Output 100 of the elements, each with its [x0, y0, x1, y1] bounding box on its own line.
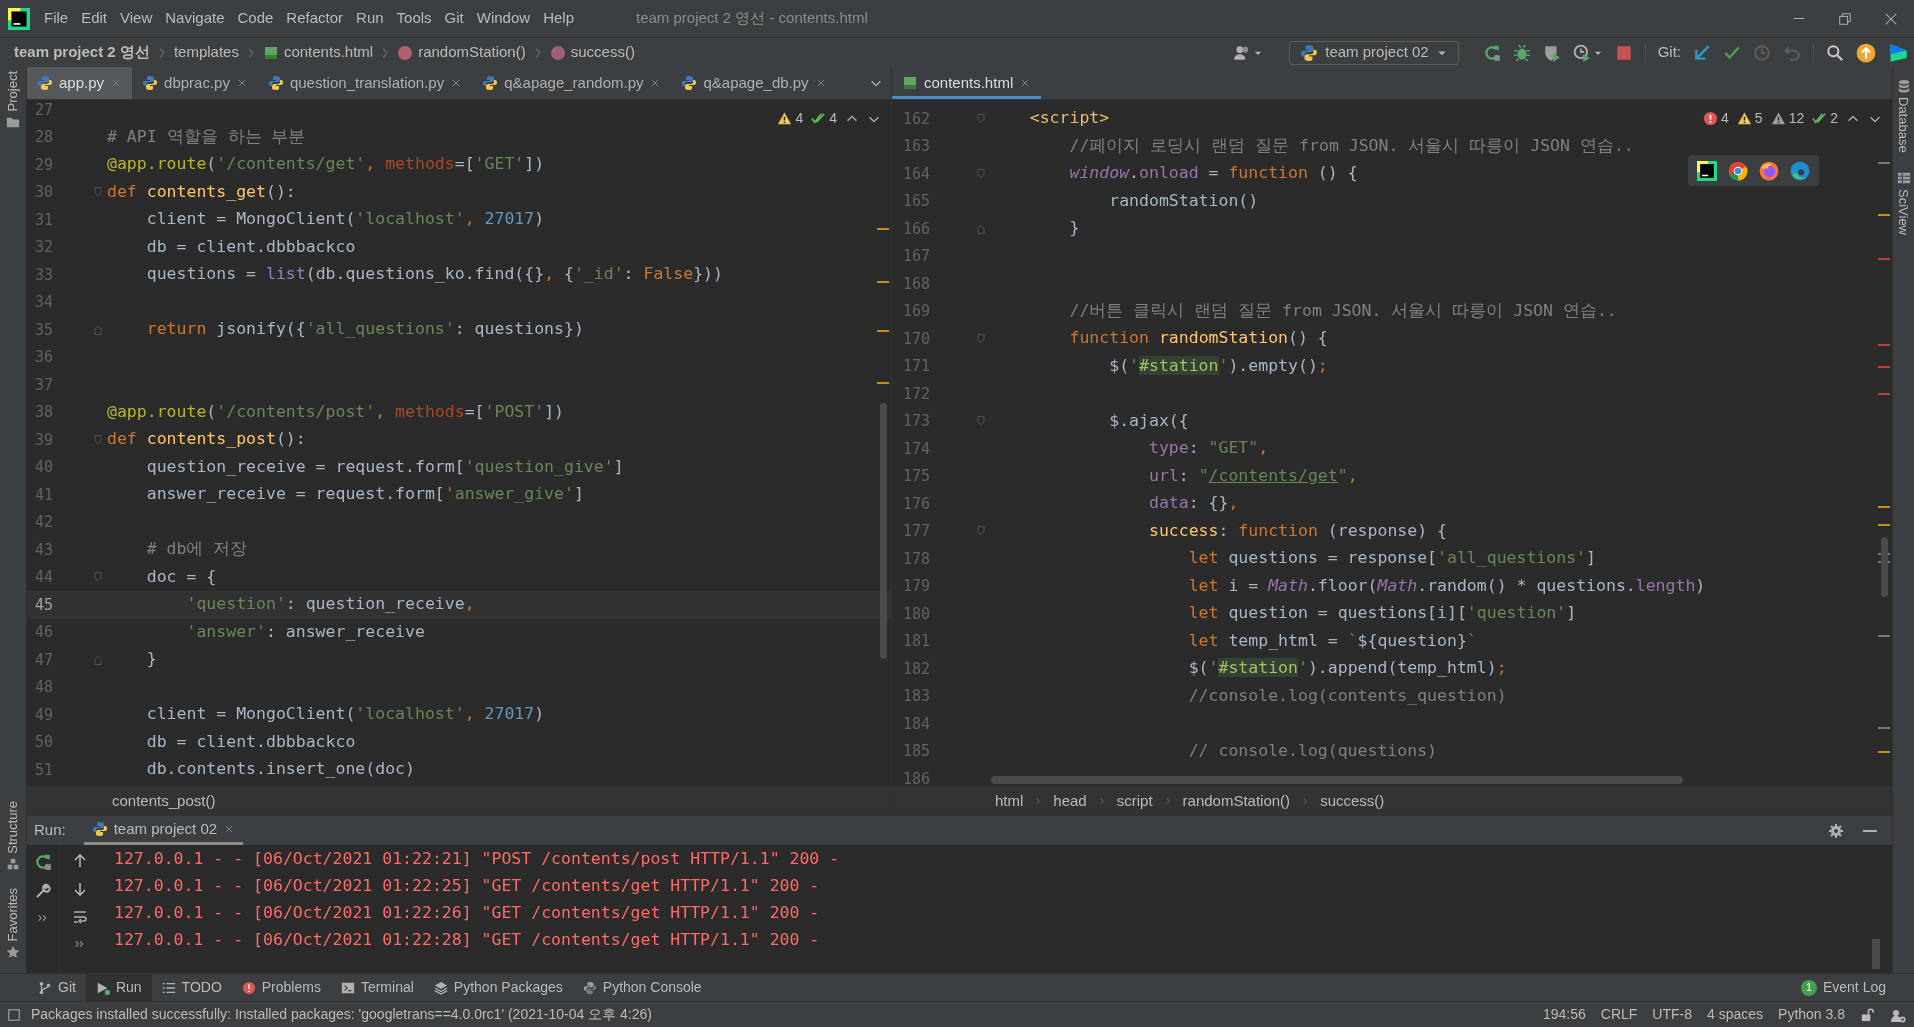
menu-item[interactable]: Tools [396, 7, 432, 30]
breadcrumb-item[interactable]: randomStation() [418, 41, 526, 64]
toolbox-icon[interactable] [1888, 42, 1908, 63]
rerun-icon[interactable] [1482, 43, 1501, 62]
history-icon[interactable] [1753, 43, 1771, 62]
marker-line[interactable] [1878, 751, 1890, 753]
tool-window-tab[interactable]: Python Packages [423, 974, 573, 1001]
marker-line[interactable] [1878, 162, 1890, 164]
settings-icon[interactable] [1828, 822, 1844, 839]
scrollbar-thumb[interactable] [880, 403, 887, 659]
fold-icon[interactable] [975, 167, 987, 180]
fold-icon[interactable] [92, 653, 104, 666]
breadcrumb-item[interactable]: script [1116, 789, 1153, 813]
fold-icon[interactable] [92, 571, 104, 584]
line-number: 49 [33, 704, 53, 726]
git-update-icon[interactable] [1693, 43, 1711, 62]
firefox-icon[interactable] [1758, 160, 1779, 181]
line-number: 39 [33, 429, 53, 451]
app-logo-icon[interactable] [1697, 160, 1718, 181]
breadcrumb-item[interactable]: html [995, 789, 1024, 813]
editor-tab[interactable]: app.py [27, 67, 133, 99]
wrench-icon[interactable] [35, 883, 51, 899]
breadcrumb-item[interactable]: success() [1320, 789, 1385, 813]
fold-icon[interactable] [975, 112, 987, 125]
fold-icon[interactable] [92, 186, 104, 199]
status-item[interactable]: 4 spaces [1707, 1004, 1764, 1025]
fold-icon[interactable] [92, 323, 104, 336]
chrome-icon[interactable] [1728, 160, 1749, 181]
marker-line[interactable] [877, 382, 889, 384]
marker-line[interactable] [1878, 635, 1890, 637]
tool-window-tab[interactable]: Project [3, 71, 23, 112]
arrow-up-icon[interactable] [72, 853, 88, 869]
marker-line[interactable] [877, 281, 889, 283]
menu-item[interactable]: Navigate [165, 7, 225, 30]
status-item[interactable]: UTF-8 [1652, 1004, 1692, 1025]
soft-wrap-icon[interactable] [72, 909, 88, 925]
menu-item[interactable]: Git [444, 7, 464, 30]
fold-icon[interactable] [92, 433, 104, 446]
marker-line[interactable] [1878, 366, 1890, 368]
menu-item[interactable]: File [44, 7, 69, 30]
run-config-dropdown[interactable]: team project 02 [1289, 40, 1459, 65]
line-number: 182 [901, 658, 930, 680]
menu-item[interactable]: Refactor [286, 7, 344, 30]
line-number: 41 [33, 484, 53, 506]
update-icon[interactable] [1856, 42, 1876, 63]
bug-icon[interactable] [1512, 43, 1531, 62]
tool-window-tab[interactable]: Database [1893, 97, 1914, 153]
scrollbar-thumb[interactable] [1881, 537, 1888, 597]
lock-icon[interactable] [1860, 1007, 1875, 1022]
tool-window-tab[interactable]: TODO [151, 974, 232, 1001]
menu-item[interactable]: Code [237, 7, 274, 30]
arrow-down-icon[interactable] [72, 881, 88, 897]
tool-window-tab[interactable]: Structure [3, 800, 23, 854]
edge-icon[interactable] [1789, 160, 1810, 181]
horizontal-scrollbar[interactable] [991, 776, 1683, 784]
menu-item[interactable]: Help [543, 7, 574, 30]
breadcrumb-item[interactable]: head [1053, 789, 1087, 813]
status-item[interactable]: 194:56 [1542, 1004, 1586, 1025]
tool-window-tab[interactable]: Favorites [3, 887, 23, 941]
marker-line[interactable] [1878, 344, 1890, 346]
breadcrumb-item[interactable]: randomStation() [1182, 789, 1291, 813]
marker-line[interactable] [877, 330, 889, 332]
profiler-icon[interactable] [1572, 43, 1591, 62]
marker-line[interactable] [1878, 258, 1890, 260]
breadcrumb-item[interactable]: team project 2 영선 [14, 41, 150, 64]
minimize-icon[interactable] [1862, 829, 1878, 832]
menu-item[interactable]: View [120, 7, 153, 30]
fold-icon[interactable] [975, 525, 987, 538]
marker-line[interactable] [877, 228, 889, 230]
tool-window-tab[interactable]: Python Console [572, 974, 712, 1001]
status-item[interactable]: Python 3.8 [1778, 1004, 1845, 1025]
tool-window-tab[interactable]: Run [85, 974, 152, 1001]
marker-line[interactable] [1878, 727, 1890, 729]
rerun-icon[interactable] [34, 853, 52, 871]
marker-line[interactable] [1878, 524, 1890, 526]
event-log-link[interactable]: Event Log [1822, 977, 1886, 998]
menu-item[interactable]: Window [476, 7, 531, 30]
breadcrumb-item[interactable]: success() [570, 41, 635, 64]
tool-window-tab[interactable]: Terminal [330, 974, 424, 1001]
fold-icon[interactable] [975, 415, 987, 428]
tool-window-tab[interactable]: Problems [231, 974, 331, 1001]
breadcrumb-item[interactable]: contents_post() [112, 789, 216, 813]
tool-window-tab[interactable]: Git [28, 974, 86, 1001]
menu-item[interactable]: Edit [81, 7, 108, 30]
menu-item[interactable]: Run [356, 7, 384, 30]
breadcrumb-item[interactable]: templates [173, 41, 239, 64]
search-icon[interactable] [1826, 43, 1844, 62]
marker-line[interactable] [1878, 506, 1890, 508]
revert-icon[interactable] [1783, 43, 1801, 62]
breadcrumb-item[interactable]: contents.html [283, 41, 374, 64]
marker-line[interactable] [1878, 214, 1890, 216]
stop-icon[interactable] [1614, 43, 1633, 62]
status-item[interactable]: CRLF [1600, 1004, 1638, 1025]
scrollbar-thumb[interactable] [1872, 939, 1880, 969]
fold-icon[interactable] [975, 222, 987, 235]
coverage-icon[interactable] [1542, 43, 1561, 62]
fold-icon[interactable] [975, 332, 987, 345]
marker-line[interactable] [1878, 393, 1890, 395]
tool-window-tab[interactable]: SciView [1893, 188, 1914, 235]
panel-toggle-icon[interactable] [7, 1007, 21, 1022]
